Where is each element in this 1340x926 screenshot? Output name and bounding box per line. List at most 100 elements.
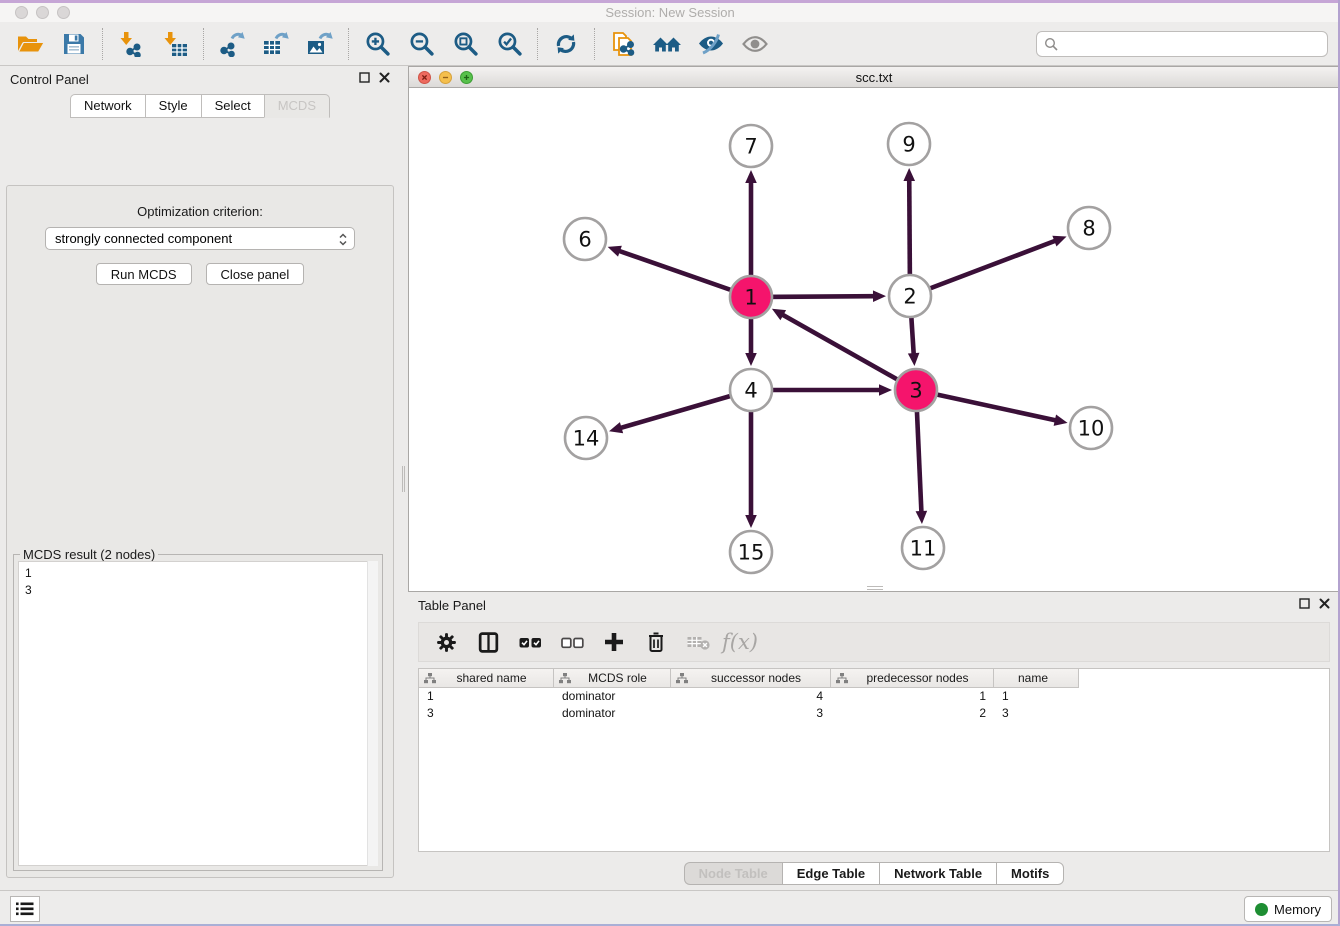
graph-node-11[interactable]: 11 [902,527,944,569]
graph-node-8[interactable]: 8 [1068,207,1110,249]
network-window-title: scc.txt [409,70,1339,85]
mcds-result-list[interactable]: 1 3 [18,561,378,866]
column-header-MCDS-role[interactable]: MCDS role [554,669,671,688]
toolbar-separator [537,28,538,60]
zoom-selected-icon[interactable] [487,26,531,62]
select-all-icon[interactable] [511,626,549,658]
export-image-icon[interactable] [298,26,342,62]
optimization-criterion-label: Optimization criterion: [7,204,393,219]
search-icon [1044,37,1059,52]
graph-node-6[interactable]: 6 [564,218,606,260]
column-header-name[interactable]: name [994,669,1079,688]
graph-node-2[interactable]: 2 [889,275,931,317]
graph-node-9[interactable]: 9 [888,123,930,165]
task-history-button[interactable] [10,896,40,922]
close-table-panel-icon[interactable] [1319,598,1330,609]
import-network-icon[interactable] [109,26,153,62]
graph-edge-3-10[interactable] [916,390,1068,426]
tab-network[interactable]: Network [70,94,145,118]
close-panel-button[interactable]: Close panel [206,263,305,285]
search-input[interactable] [1059,37,1327,52]
table-cell[interactable]: 3 [671,705,831,722]
sort-flow-icon [836,673,848,684]
network-window-titlebar[interactable]: scc.txt [409,67,1339,88]
svg-text:2: 2 [903,285,916,309]
table-cell[interactable]: 4 [671,688,831,705]
table-cell[interactable]: dominator [554,705,671,722]
table-row[interactable]: 3dominator323 [419,705,1329,722]
run-mcds-button[interactable]: Run MCDS [96,263,192,285]
close-panel-icon[interactable] [379,72,390,83]
show-all-icon [733,26,777,62]
delete-column-icon[interactable] [637,626,675,658]
graph-node-1[interactable]: 1 [730,276,772,318]
graph-node-10[interactable]: 10 [1070,407,1112,449]
column-header-label: successor nodes [688,671,830,685]
graph-node-15[interactable]: 15 [730,531,772,573]
graph-node-4[interactable]: 4 [730,369,772,411]
network-graph[interactable]: 7 9 6 8 1 2 4 3 14 10 15 11 [409,88,1339,591]
settings-icon[interactable] [427,626,465,658]
sort-flow-icon [559,673,571,684]
graph-node-14[interactable]: 14 [565,417,607,459]
table-row[interactable]: 1dominator411 [419,688,1329,705]
split-view-icon[interactable] [469,626,507,658]
float-panel-icon[interactable] [359,72,370,83]
window-border-top [0,0,1340,3]
tab-motifs[interactable]: Motifs [996,862,1064,885]
column-header-predecessor-nodes[interactable]: predecessor nodes [831,669,994,688]
result-scrollbar[interactable] [367,561,378,866]
memory-button[interactable]: Memory [1244,896,1332,922]
table-cell[interactable]: 3 [994,705,1079,722]
panel-splitter[interactable] [400,66,408,882]
control-panel: Control Panel NetworkStyleSelectMCDS Opt… [0,66,400,882]
table-cell[interactable]: 1 [831,688,994,705]
column-header-shared-name[interactable]: shared name [419,669,554,688]
hide-selected-icon[interactable] [689,26,733,62]
graph-edge-3-1[interactable] [772,309,916,390]
status-bar: Memory [0,890,1340,926]
unselect-all-icon[interactable] [553,626,591,658]
table-cell[interactable]: 1 [994,688,1079,705]
graph-edge-2-8[interactable] [910,236,1067,296]
clone-network-icon[interactable] [601,26,645,62]
zoom-in-icon[interactable] [355,26,399,62]
tab-select[interactable]: Select [201,94,264,118]
tab-node-table[interactable]: Node Table [684,862,782,885]
table-cell[interactable]: 3 [419,705,554,722]
save-session-icon[interactable] [52,26,96,62]
tab-mcds[interactable]: MCDS [264,94,330,118]
zoom-fit-icon[interactable] [443,26,487,62]
graph-edge-1-6[interactable] [608,246,751,297]
network-canvas[interactable]: 7 9 6 8 1 2 4 3 14 10 15 11 [409,88,1339,591]
table-cell[interactable]: 2 [831,705,994,722]
apply-layout-icon[interactable] [544,26,588,62]
add-column-icon[interactable] [595,626,633,658]
column-header-label: name [994,671,1078,685]
svg-text:14: 14 [573,427,600,451]
float-table-panel-icon[interactable] [1299,598,1310,609]
network-resize-grip[interactable] [867,586,883,590]
tab-network-table[interactable]: Network Table [879,862,996,885]
search-field[interactable] [1036,31,1328,57]
tab-edge-table[interactable]: Edge Table [782,862,879,885]
export-table-icon[interactable] [254,26,298,62]
svg-text:9: 9 [902,133,915,157]
svg-text:3: 3 [909,379,922,403]
first-neighbors-icon[interactable] [645,26,689,62]
column-header-successor-nodes[interactable]: successor nodes [671,669,831,688]
table-cell[interactable]: dominator [554,688,671,705]
memory-label: Memory [1274,902,1321,917]
column-header-label: predecessor nodes [848,671,993,685]
graph-node-7[interactable]: 7 [730,125,772,167]
export-network-icon[interactable] [210,26,254,62]
graph-node-3[interactable]: 3 [895,369,937,411]
node-table[interactable]: shared nameMCDS role successor nodes prede… [418,668,1330,852]
tab-style[interactable]: Style [145,94,201,118]
optimization-select[interactable]: strongly connected component [45,227,355,250]
open-session-icon[interactable] [8,26,52,62]
import-table-icon[interactable] [153,26,197,62]
zoom-out-icon[interactable] [399,26,443,62]
table-cell[interactable]: 1 [419,688,554,705]
svg-text:1: 1 [744,286,757,310]
